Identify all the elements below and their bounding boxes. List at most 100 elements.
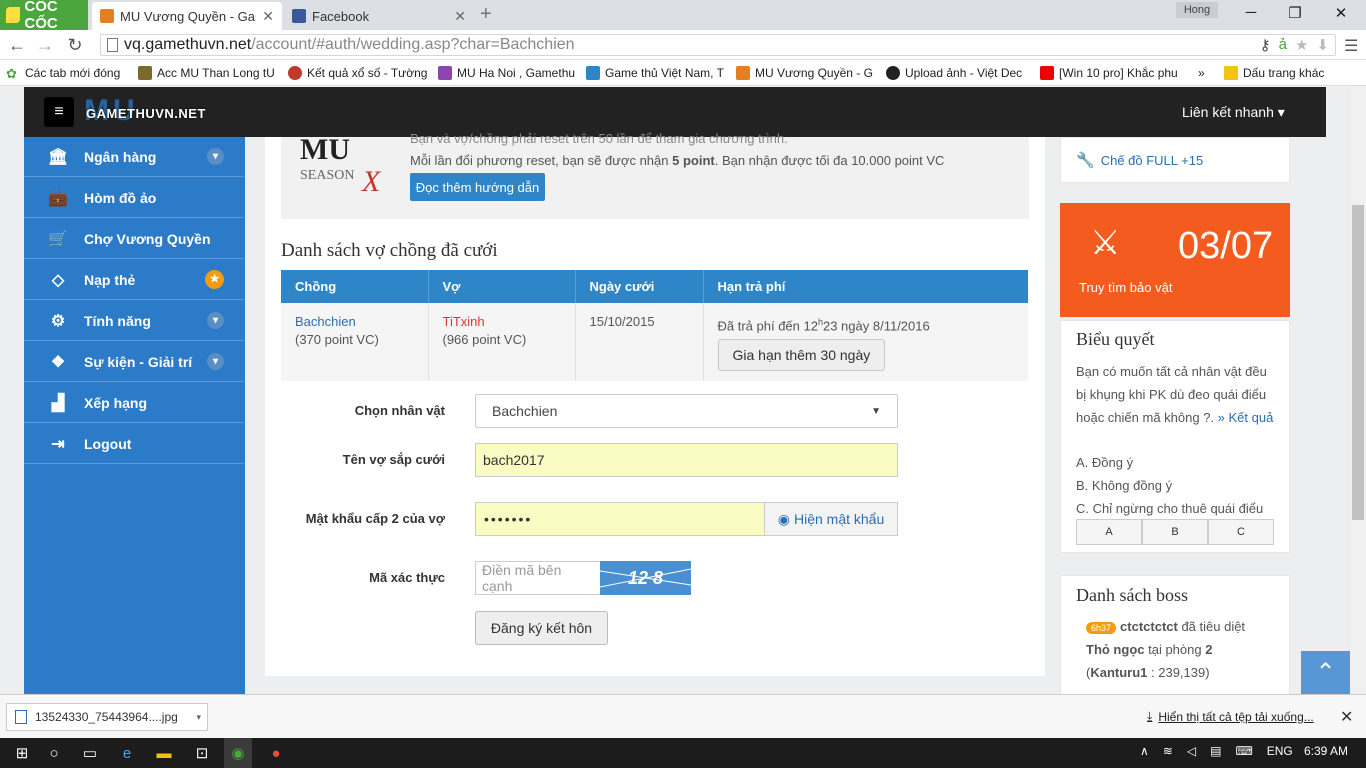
bookmark-item[interactable]: Acc MU Than Long tU [138, 65, 278, 80]
chevron-down-icon: ▾ [207, 353, 224, 370]
clock[interactable]: 6:39 AM [1304, 744, 1348, 758]
register-marriage-button[interactable]: Đăng ký kết hôn [475, 611, 608, 645]
task-view-icon[interactable]: ▭ [76, 738, 104, 768]
search-icon[interactable]: ○ [40, 738, 68, 768]
wife-password-label: Mật khẩu cấp 2 của vợ [305, 511, 445, 526]
download-item[interactable]: 13524330_75443964....jpg ▾ [6, 703, 208, 731]
minimize-icon[interactable]: ─ [1237, 4, 1265, 21]
captcha-image[interactable]: 12 8 [600, 561, 691, 595]
scrollbar-thumb[interactable] [1352, 205, 1364, 520]
volume-icon[interactable]: ◁ [1187, 744, 1196, 758]
chart-icon: ▟ [51, 394, 65, 412]
url-input[interactable]: vq.gamethuvn.net/account/#auth/wedding.a… [100, 34, 1336, 56]
store-icon[interactable]: ⊡ [188, 738, 216, 768]
system-tray: ∧ ≋ ◁ ▤ ⌨ ENG [1140, 744, 1293, 758]
show-password-button[interactable]: ◉ Hiện mật khẩu [764, 502, 898, 536]
file-explorer-icon[interactable]: ▬ [150, 738, 178, 768]
bookmark-recent-tabs[interactable]: ✿ Các tab mới đóng [6, 66, 128, 80]
married-list-title: Danh sách vợ chồng đã cưới [281, 240, 498, 261]
col-husband: Chồng [281, 270, 429, 303]
poll-option-b: B. Không đồng ý [1076, 478, 1173, 493]
vote-a-button[interactable]: A [1076, 519, 1142, 545]
folder-icon [1224, 65, 1238, 80]
bookmark-item[interactable]: [Win 10 pro] Khắc phu [1040, 65, 1188, 80]
show-all-downloads-link[interactable]: ⤓ Hiển thị tất cả tệp tải xuống... [1147, 709, 1314, 724]
reload-icon[interactable]: ↻ [64, 35, 86, 56]
bookmark-item[interactable]: MU Vương Quyền - G [736, 65, 876, 80]
windows-start-icon[interactable]: ⊞ [8, 738, 36, 768]
image-file-icon [15, 710, 27, 724]
captcha-input[interactable]: Điền mã bên cạnh [475, 561, 601, 595]
scroll-to-top-button[interactable]: ⌃ [1301, 651, 1350, 694]
character-select[interactable]: Bachchien ▼ [475, 394, 898, 428]
season-logo: MU SEASON X [296, 133, 396, 198]
close-downloads-icon[interactable]: ✕ [1340, 707, 1353, 727]
poll-results-link[interactable]: » Kết quả [1218, 410, 1274, 425]
bookmark-item[interactable]: Upload ảnh - Việt Dec [886, 65, 1030, 80]
bookmark-item[interactable]: MU Ha Noi , Gamethu [438, 65, 576, 80]
sidebar-item-topup[interactable]: ◇ Nạp thẻ ★ [24, 260, 244, 300]
vote-c-button[interactable]: C [1208, 519, 1274, 545]
quick-links-dropdown[interactable]: Liên kết nhanh ▾ [1182, 104, 1285, 121]
wife-password-input[interactable]: ••••••• [475, 502, 765, 536]
husband-link[interactable]: Bachchien [295, 314, 356, 329]
tab-facebook[interactable]: Facebook ✕ [284, 2, 474, 30]
wife-link[interactable]: TiTxinh [443, 314, 485, 329]
husband-cell: Bachchien (370 point VC) [281, 303, 429, 382]
chevron-down-icon[interactable]: ▾ [196, 712, 207, 723]
warrior-icon: ⚔ [1090, 224, 1121, 262]
bookmark-other-folder[interactable]: Dấu trang khác [1224, 65, 1334, 80]
notification-icon[interactable]: ▤ [1210, 744, 1221, 758]
coccoc-taskbar-icon[interactable]: ◉ [224, 738, 252, 768]
chevron-down-icon: ▾ [207, 312, 224, 329]
extend-30-days-button[interactable]: Gia hạn thêm 30 ngày [717, 339, 886, 372]
keyboard-icon[interactable]: ⌨ [1235, 744, 1252, 758]
close-window-icon[interactable]: ✕ [1327, 4, 1355, 22]
more-bookmarks-icon[interactable]: » [1198, 66, 1214, 80]
close-tab-icon[interactable]: ✕ [454, 8, 466, 25]
chevron-up-icon[interactable]: ∧ [1140, 744, 1149, 758]
browser-logo[interactable]: CỐC CỐC [0, 0, 88, 32]
wife-name-input[interactable]: bach2017 [475, 443, 898, 477]
menu-toggle-button[interactable]: ≡ [44, 97, 74, 127]
profile-badge[interactable]: Hong [1176, 2, 1218, 18]
vote-b-button[interactable]: B [1142, 519, 1208, 545]
boss-list-title: Danh sách boss [1076, 585, 1188, 605]
wrench-icon: 🔧 [1076, 152, 1095, 169]
sidebar-item-market[interactable]: 🛒 Chợ Vương Quyền [24, 219, 244, 259]
language-indicator[interactable]: ENG [1267, 744, 1293, 758]
sidebar-item-events[interactable]: ❖ Sự kiện - Giải trí ▾ [24, 342, 244, 382]
sidebar-item-features[interactable]: ⚙ Tính năng ▾ [24, 301, 244, 341]
app-taskbar-icon[interactable]: ● [262, 738, 290, 768]
bookmark-item[interactable]: Game thủ Việt Nam, T [586, 65, 726, 80]
sidebar-item-virtual-chest[interactable]: 💼 Hòm đồ ảo [24, 178, 244, 218]
vote-buttons: A B C [1076, 519, 1274, 545]
tab-mu-vuong-quyen[interactable]: MU Vương Quyền - Game ✕ [92, 2, 282, 30]
poll-option-a: A. Đồng ý [1076, 455, 1134, 470]
star-bookmark-icon[interactable]: ★ [1295, 36, 1308, 54]
sidebar-item-bank[interactable]: 🏛 Ngân hàng ▾ [24, 137, 244, 177]
translate-icon[interactable]: ả [1279, 36, 1287, 54]
sidebar-item-logout[interactable]: ⇥ Logout [24, 424, 244, 464]
network-icon[interactable]: ≋ [1163, 744, 1173, 758]
read-more-button[interactable]: Đọc thêm hướng dẫn [410, 173, 545, 201]
edge-icon[interactable]: e [113, 738, 141, 768]
key-icon[interactable]: ⚷ [1260, 36, 1271, 54]
caret-down-icon: ▾ [1277, 104, 1285, 120]
browser-menu-icon[interactable]: ☰ [1344, 36, 1358, 56]
bookmark-item[interactable]: Kết quả xổ số - Tường [288, 65, 428, 80]
enhance-link[interactable]: 🔧 Chế đồ FULL +15 [1076, 151, 1203, 169]
svg-text:X: X [361, 165, 382, 197]
download-icon: ⤓ [1147, 709, 1153, 723]
restore-icon[interactable]: ❐ [1281, 4, 1309, 22]
download-page-icon[interactable]: ⬇ [1316, 36, 1329, 54]
leaf-icon: ✿ [6, 65, 17, 80]
new-tab-button[interactable]: + [480, 3, 492, 26]
treasure-hunt-box[interactable]: ⚔ 03/07 Truy tìm bảo vật [1060, 203, 1290, 317]
forward-arrow-icon[interactable]: → [34, 35, 56, 56]
back-arrow-icon[interactable]: ← [6, 35, 28, 56]
sidebar-item-ranking[interactable]: ▟ Xếp hạng [24, 383, 244, 423]
info-line-1: Bạn và vợ/chồng phải reset trên 50 lần đ… [410, 131, 788, 146]
close-tab-icon[interactable]: ✕ [262, 8, 274, 25]
wife-cell: TiTxinh (966 point VC) [428, 303, 576, 382]
